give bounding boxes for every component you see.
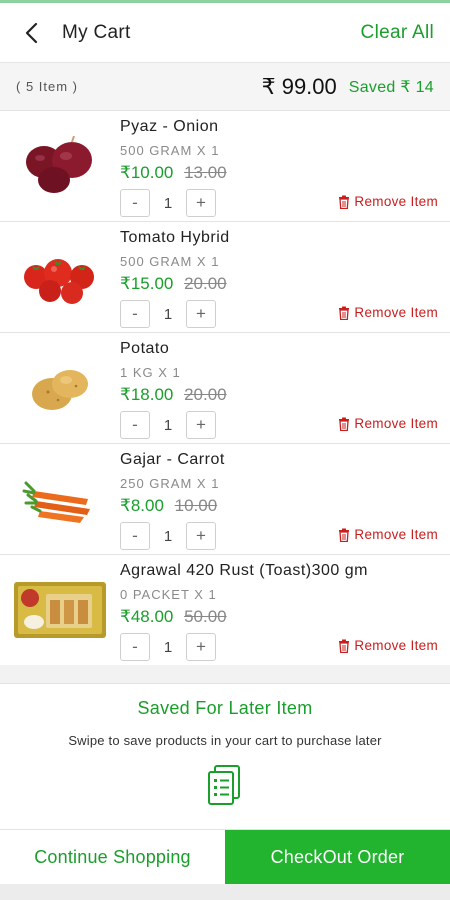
item-prices: ₹48.00 50.00 (120, 607, 227, 627)
saved-for-later-subtitle: Swipe to save products in your cart to p… (68, 733, 382, 748)
quantity-stepper: - 1 + (120, 522, 216, 550)
quantity-value: 1 (163, 638, 173, 656)
decrement-button[interactable]: - (120, 522, 150, 550)
page-title: My Cart (62, 21, 131, 43)
item-name: Pyaz - Onion (120, 118, 219, 135)
item-prices: ₹8.00 10.00 (120, 496, 217, 516)
quantity-value: 1 (163, 416, 173, 434)
document-list-icon (205, 764, 245, 808)
item-prices: ₹15.00 20.00 (120, 274, 227, 294)
item-price: ₹15.00 (120, 274, 174, 293)
item-quantity: 500 GRAM X 1 (120, 143, 220, 158)
cart-item: Gajar - Carrot 250 GRAM X 1 ₹8.00 10.00 … (0, 443, 450, 554)
remove-item-button[interactable]: Remove Item (338, 305, 438, 320)
bottom-bar (0, 884, 450, 900)
trash-icon (339, 528, 350, 542)
quantity-stepper: - 1 + (120, 300, 216, 328)
cart-item: Potato 1 KG X 1 ₹18.00 20.00 - 1 + Remov… (0, 332, 450, 443)
cart-item: Tomato Hybrid 500 GRAM X 1 ₹15.00 20.00 … (0, 221, 450, 332)
increment-button[interactable]: + (186, 411, 216, 439)
cart-total: ₹ 99.00 (261, 73, 337, 99)
item-mrp: 20.00 (184, 385, 227, 404)
remove-item-label: Remove Item (354, 638, 438, 653)
item-price: ₹10.00 (120, 163, 174, 182)
quantity-stepper: - 1 + (120, 411, 216, 439)
trash-icon (339, 306, 350, 320)
cart-item-list: Pyaz - Onion 500 GRAM X 1 ₹10.00 13.00 -… (0, 110, 450, 665)
item-quantity: 1 KG X 1 (120, 365, 181, 380)
remove-item-button[interactable]: Remove Item (338, 638, 438, 653)
continue-shopping-button[interactable]: Continue Shopping (0, 830, 225, 885)
item-quantity: 500 GRAM X 1 (120, 254, 220, 269)
app-header: My Cart Clear All (0, 3, 450, 63)
item-prices: ₹10.00 13.00 (120, 163, 227, 183)
remove-item-label: Remove Item (354, 194, 438, 209)
item-mrp: 10.00 (174, 496, 218, 515)
increment-button[interactable]: + (186, 522, 216, 550)
item-name: Potato (120, 340, 170, 357)
quantity-stepper: - 1 + (120, 189, 216, 217)
remove-item-label: Remove Item (354, 305, 438, 320)
quantity-value: 1 (163, 194, 173, 212)
item-name: Gajar - Carrot (120, 451, 225, 468)
item-quantity: 250 GRAM X 1 (120, 476, 220, 491)
onion-image (12, 126, 108, 206)
remove-item-button[interactable]: Remove Item (338, 194, 438, 209)
decrement-button[interactable]: - (120, 300, 150, 328)
quantity-stepper: - 1 + (120, 633, 216, 661)
remove-item-button[interactable]: Remove Item (338, 527, 438, 542)
decrement-button[interactable]: - (120, 411, 150, 439)
remove-item-label: Remove Item (354, 416, 438, 431)
cart-footer: Continue Shopping CheckOut Order (0, 829, 450, 885)
cart-summary: ( 5 Item ) ₹ 99.00 Saved ₹ 14 (0, 63, 450, 110)
saved-for-later-title: Saved For Later Item (137, 698, 313, 718)
quantity-value: 1 (163, 305, 173, 323)
item-price: ₹18.00 (120, 385, 174, 404)
item-mrp: 20.00 (184, 274, 227, 293)
remove-item-label: Remove Item (354, 527, 438, 542)
decrement-button[interactable]: - (120, 633, 150, 661)
cart-item: Pyaz - Onion 500 GRAM X 1 ₹10.00 13.00 -… (0, 110, 450, 221)
saved-amount: Saved ₹ 14 (348, 78, 434, 96)
cart-item: Agrawal 420 Rust (Toast)300 gm 0 PACKET … (0, 554, 450, 665)
back-button[interactable] (16, 18, 46, 48)
tomato-image (12, 237, 108, 317)
trash-icon (339, 417, 350, 431)
potato-image (12, 348, 108, 428)
checkout-order-button[interactable]: CheckOut Order (225, 830, 450, 885)
item-price: ₹48.00 (120, 607, 174, 626)
item-price: ₹8.00 (120, 496, 164, 515)
carrot-image (12, 459, 108, 539)
remove-item-button[interactable]: Remove Item (338, 416, 438, 431)
saved-for-later-section: Saved For Later Item Swipe to save produ… (0, 683, 450, 829)
item-name: Agrawal 420 Rust (Toast)300 gm (120, 562, 368, 579)
quantity-value: 1 (163, 527, 173, 545)
item-name: Tomato Hybrid (120, 229, 230, 246)
item-count: ( 5 Item ) (16, 79, 79, 94)
item-quantity: 0 PACKET X 1 (120, 587, 217, 602)
item-mrp: 13.00 (184, 163, 227, 182)
increment-button[interactable]: + (186, 300, 216, 328)
item-prices: ₹18.00 20.00 (120, 385, 227, 405)
increment-button[interactable]: + (186, 633, 216, 661)
back-arrow-icon (25, 22, 38, 43)
trash-icon (339, 195, 350, 209)
rusk-image (12, 570, 108, 650)
increment-button[interactable]: + (186, 189, 216, 217)
decrement-button[interactable]: - (120, 189, 150, 217)
clear-all-button[interactable]: Clear All (361, 22, 434, 44)
item-mrp: 50.00 (184, 607, 227, 626)
trash-icon (339, 639, 350, 653)
